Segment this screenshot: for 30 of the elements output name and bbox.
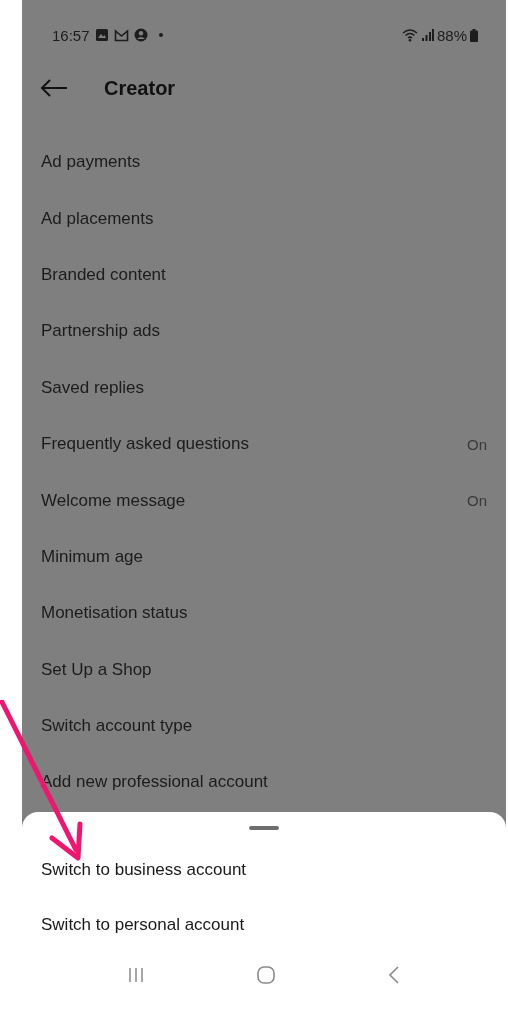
status-time: 16:57 [52,26,90,44]
menu-item[interactable]: Partnership ads [41,321,161,342]
sheet-option[interactable]: Switch to personal account [22,897,506,953]
battery-icon [470,28,478,42]
page-title: Creator [104,76,176,100]
menu-item[interactable]: Minimum age [41,546,144,567]
drag-handle[interactable] [249,826,279,830]
mail-icon [113,28,129,42]
back-arrow-icon[interactable] [40,79,68,97]
menu-item[interactable]: Saved replies [41,377,144,398]
menu-item[interactable]: Welcome message [41,490,186,511]
recent-apps-icon[interactable] [128,966,145,983]
menu-item[interactable]: Frequently asked questions [41,434,249,455]
back-icon[interactable] [387,965,400,984]
menu-item[interactable]: Ad placements [41,208,154,229]
menu-item[interactable]: Monetisation status [41,603,188,624]
menu-item[interactable]: Ad payments [41,152,141,173]
signal-icon [421,29,434,41]
setting-status: On [467,492,487,510]
account-icon [133,28,148,42]
menu-item[interactable]: Branded content [41,264,166,285]
wifi-icon [401,28,419,42]
image-icon [94,28,109,42]
menu-item[interactable]: Switch account type [41,716,193,737]
menu-item[interactable]: Set Up a Shop [41,659,152,680]
battery-percent: 88% [436,26,467,44]
setting-status: On [467,435,487,453]
sheet-option[interactable]: Switch to business account [22,842,506,898]
dot-icon [158,33,163,37]
home-icon[interactable] [257,965,275,984]
